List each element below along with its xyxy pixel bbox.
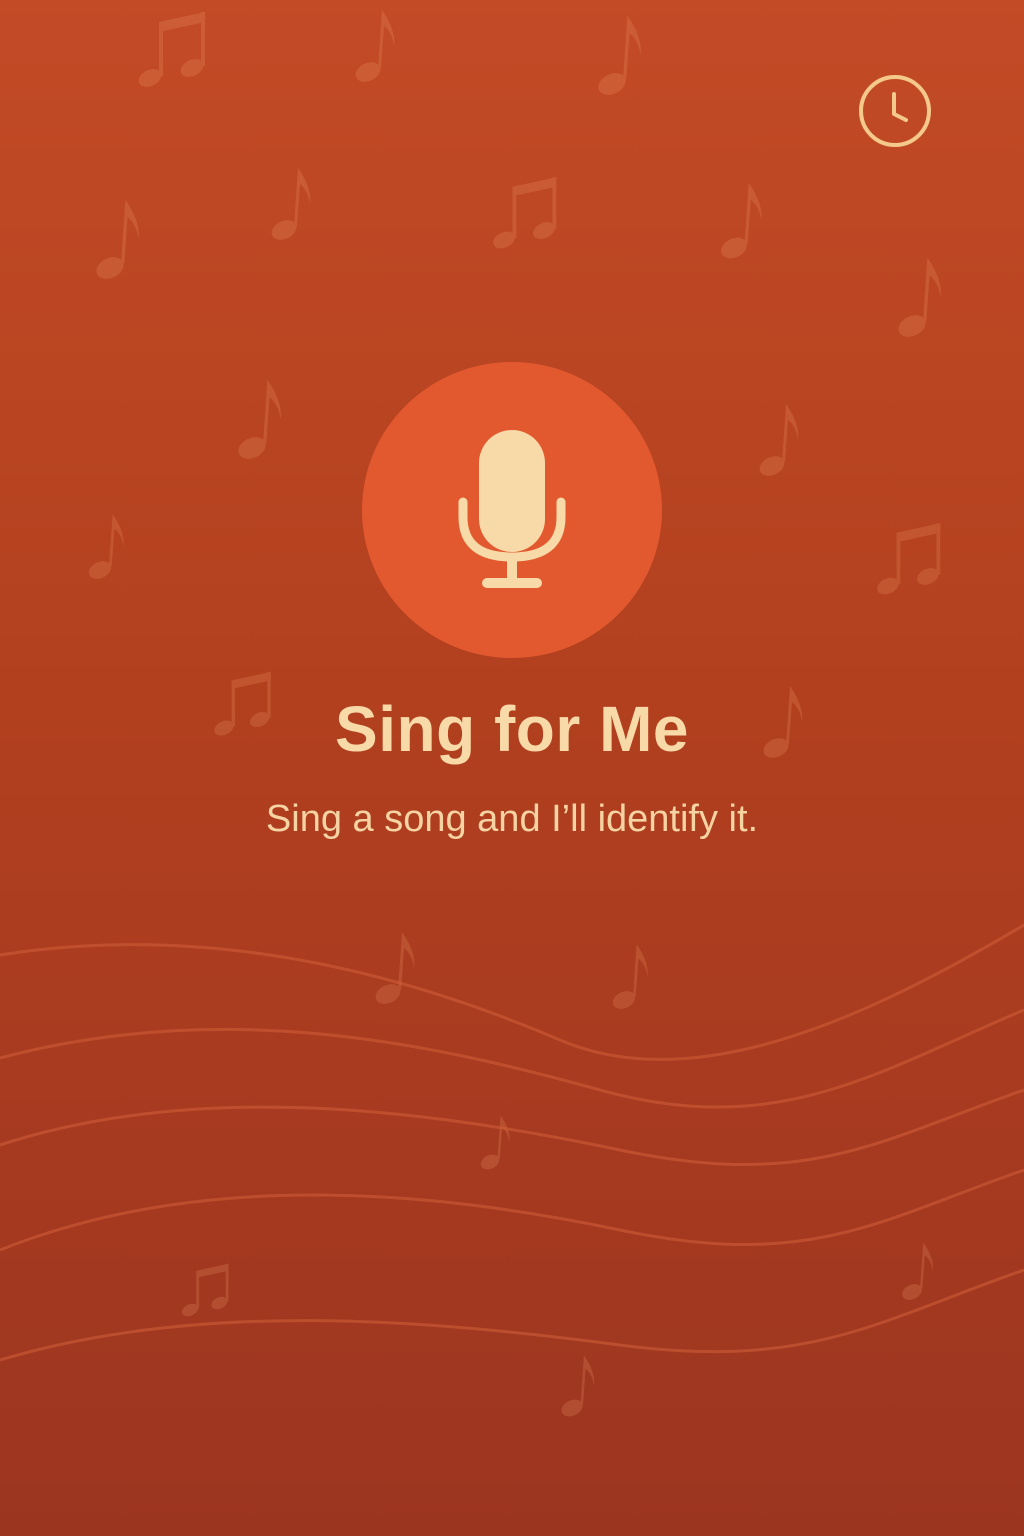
music-note-icon bbox=[135, 12, 207, 91]
music-note-icon bbox=[490, 177, 558, 252]
microphone-button[interactable] bbox=[362, 362, 662, 658]
music-note-icon bbox=[717, 182, 762, 263]
music-note-icon bbox=[874, 523, 942, 598]
music-note-icon bbox=[894, 257, 941, 342]
music-note-icon bbox=[268, 168, 311, 244]
microphone-icon bbox=[458, 430, 566, 588]
history-button[interactable] bbox=[858, 74, 932, 148]
music-note-icon bbox=[234, 379, 281, 464]
music-note-icon bbox=[352, 10, 395, 86]
music-note-icon bbox=[85, 514, 124, 583]
music-note-icon bbox=[594, 15, 641, 100]
music-note-icon bbox=[372, 932, 415, 1008]
clock-icon bbox=[859, 75, 931, 147]
background-music-notes bbox=[85, 10, 942, 1420]
music-note-icon bbox=[899, 1242, 933, 1303]
music-note-icon bbox=[756, 404, 799, 480]
music-note-icon bbox=[478, 1115, 510, 1173]
music-note-icon bbox=[92, 199, 139, 284]
music-note-icon bbox=[558, 1355, 595, 1420]
sing-for-me-screen: Sing for Me Sing a song and I’ll identif… bbox=[0, 0, 1024, 1536]
background-wave-lines bbox=[0, 923, 1024, 1362]
page-subtitle: Sing a song and I’ll identify it. bbox=[265, 798, 759, 840]
music-note-icon bbox=[609, 944, 648, 1013]
page-title: Sing for Me bbox=[335, 693, 689, 765]
music-note-icon bbox=[180, 1263, 230, 1319]
